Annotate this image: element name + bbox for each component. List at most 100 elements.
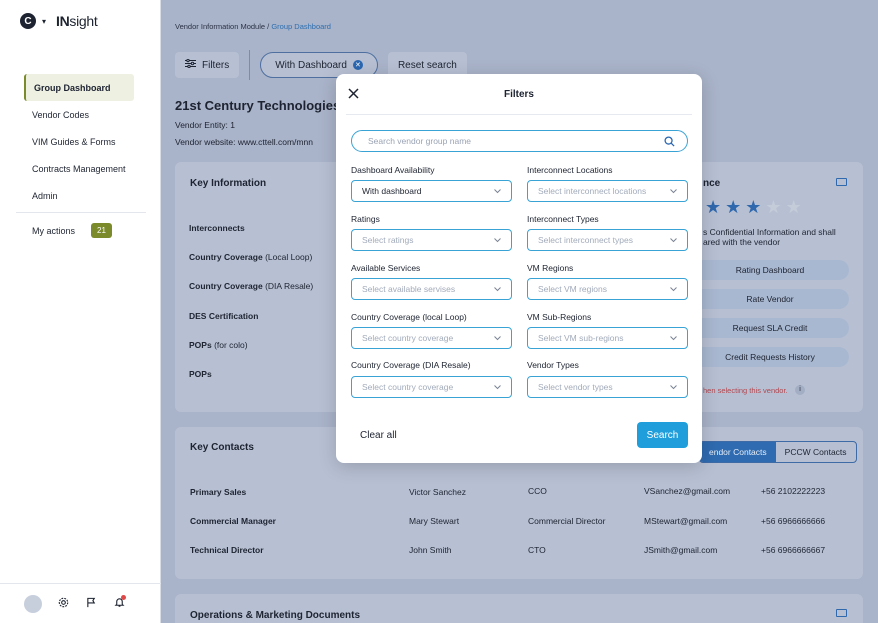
info-row: Country Coverage (Local Loop) (189, 252, 313, 262)
vm-regions-label: VM Regions (527, 263, 574, 273)
chevron-down-icon (494, 335, 501, 342)
vm-sub-regions-select[interactable]: Select VM sub-regions (527, 327, 688, 349)
avatar[interactable] (24, 594, 42, 613)
sidebar-item-contracts[interactable]: Contracts Management (24, 155, 149, 182)
my-actions-count-badge: 21 (91, 223, 112, 238)
tab-vendor-contacts[interactable]: endor Contacts (700, 442, 776, 462)
vendor-website[interactable]: Vendor website: www.cttell.com/mnn (175, 137, 313, 147)
sidebar-item-vendor-codes[interactable]: Vendor Codes (24, 101, 149, 128)
contact-title: Commercial Director (528, 516, 606, 526)
mail-icon[interactable] (836, 178, 847, 186)
chevron-down-icon (670, 188, 677, 195)
vendor-types-label: Vendor Types (527, 360, 579, 370)
sidebar-item-admin[interactable]: Admin (24, 182, 149, 209)
app-logo[interactable]: C ▾ INsight (20, 13, 98, 29)
dashboard-availability-select[interactable]: With dashboard (351, 180, 512, 202)
select-placeholder: Select available servises (362, 284, 456, 294)
interconnect-locations-select[interactable]: Select interconnect locations (527, 180, 688, 202)
contact-phone: +56 6966666666 (761, 516, 826, 526)
country-coverage-dia-resale-select[interactable]: Select country coverage (351, 376, 512, 398)
notification-dot (121, 594, 126, 600)
select-placeholder: Select interconnect types (538, 235, 633, 245)
breadcrumb: Vendor Information Module / Group Dashbo… (175, 22, 331, 31)
chevron-down-icon (494, 188, 501, 195)
country-coverage-local-loop-select[interactable]: Select country coverage (351, 327, 512, 349)
mail-icon[interactable] (836, 609, 847, 617)
select-placeholder: Select country coverage (362, 333, 454, 343)
tab-pccw-contacts[interactable]: PCCW Contacts (776, 442, 856, 462)
interconnect-types-select[interactable]: Select interconnect types (527, 229, 688, 251)
documents-card: Operations & Marketing Documents (175, 594, 863, 623)
contact-email[interactable]: VSanchez@gmail.com (644, 486, 730, 496)
vm-sub-regions-label: VM Sub-Regions (527, 312, 592, 322)
sidebar-footer (0, 583, 161, 623)
search-button[interactable]: Search (637, 422, 688, 448)
breadcrumb-parent[interactable]: Vendor Information Module (175, 22, 265, 31)
vendor-group-search[interactable] (351, 130, 688, 152)
available-services-select[interactable]: Select available servises (351, 278, 512, 300)
select-placeholder: Select country coverage (362, 382, 454, 392)
contact-email[interactable]: JSmith@gmail.com (644, 545, 717, 555)
gear-icon[interactable] (56, 597, 70, 611)
contact-email[interactable]: MStewart@gmail.com (644, 516, 727, 526)
country-coverage-local-loop-label: Country Coverage (local Loop) (351, 312, 467, 322)
star-icon-empty[interactable]: ★ (765, 197, 781, 218)
credit-requests-history-button[interactable]: Credit Requests History (691, 347, 849, 367)
contact-role: Primary Sales (190, 487, 247, 497)
key-contacts-title: Key Contacts (190, 442, 254, 453)
star-icon-empty[interactable]: ★ (786, 197, 802, 218)
request-sla-credit-button[interactable]: Request SLA Credit (691, 318, 849, 338)
contact-phone: +56 6966666667 (761, 545, 826, 555)
rating-dashboard-button[interactable]: Rating Dashboard (691, 260, 849, 280)
available-services-label: Available Services (351, 263, 421, 273)
sidebar-item-group-dashboard[interactable]: Group Dashboard (24, 74, 134, 101)
modal-title: Filters (503, 89, 534, 100)
flag-icon[interactable] (84, 597, 98, 611)
star-icon-filled[interactable]: ★ (745, 197, 761, 218)
sliders-icon (185, 58, 196, 71)
vendor-rating-stars[interactable]: ★ ★ ★ ★ ★ (705, 197, 802, 218)
select-placeholder: Select vendor types (538, 382, 613, 392)
contact-name: John Smith (409, 545, 452, 555)
remove-chip-icon[interactable]: ✕ (352, 60, 363, 70)
vendor-types-select[interactable]: Select vendor types (527, 376, 688, 398)
ratings-select[interactable]: Select ratings (351, 229, 512, 251)
select-placeholder: Select VM regions (538, 284, 607, 294)
confidential-note-line2: ared with the vendor (703, 237, 781, 247)
search-icon[interactable] (659, 135, 679, 147)
ratings-label: Ratings (351, 214, 380, 224)
interconnect-locations-label: Interconnect Locations (527, 165, 613, 175)
with-dashboard-label: With Dashboard (275, 59, 347, 71)
info-row: POPs (for colo) (189, 340, 248, 350)
toolbar-divider (249, 50, 251, 80)
logo-text: INsight (56, 13, 98, 29)
sidebar-item-vim-guides[interactable]: VIM Guides & Forms (24, 128, 149, 155)
info-row: DES Certification (189, 311, 259, 321)
contact-name: Victor Sanchez (409, 487, 467, 497)
logo-mark: C (20, 13, 36, 29)
contact-name: Mary Stewart (409, 516, 460, 526)
info-row: POPs (189, 369, 212, 379)
interconnect-types-label: Interconnect Types (527, 214, 599, 224)
my-actions-label: My actions (32, 225, 76, 236)
bell-icon[interactable] (112, 594, 126, 611)
chevron-down-icon (670, 384, 677, 391)
filters-label: Filters (202, 59, 230, 71)
star-icon-filled[interactable]: ★ (705, 197, 721, 218)
vm-regions-select[interactable]: Select VM regions (527, 278, 688, 300)
info-icon[interactable]: i (795, 385, 805, 395)
rating-card-title: nce (703, 178, 721, 189)
star-icon-filled[interactable]: ★ (725, 197, 741, 218)
chevron-down-icon (670, 286, 677, 293)
sidebar: C ▾ INsight Group Dashboard Vendor Codes… (0, 0, 161, 623)
info-row: Country Coverage (DIA Resale) (189, 281, 314, 291)
contacts-tabs: endor Contacts PCCW Contacts (699, 441, 857, 463)
sidebar-item-my-actions[interactable]: My actions 21 (32, 223, 152, 238)
search-input[interactable] (368, 136, 659, 146)
filters-button[interactable]: Filters (175, 52, 240, 78)
clear-all-button[interactable]: Clear all (360, 430, 397, 441)
chevron-down-icon[interactable]: ▾ (42, 17, 46, 26)
dashboard-availability-label: Dashboard Availability (351, 165, 435, 175)
rate-vendor-button[interactable]: Rate Vendor (691, 289, 849, 309)
select-value: With dashboard (362, 186, 422, 196)
